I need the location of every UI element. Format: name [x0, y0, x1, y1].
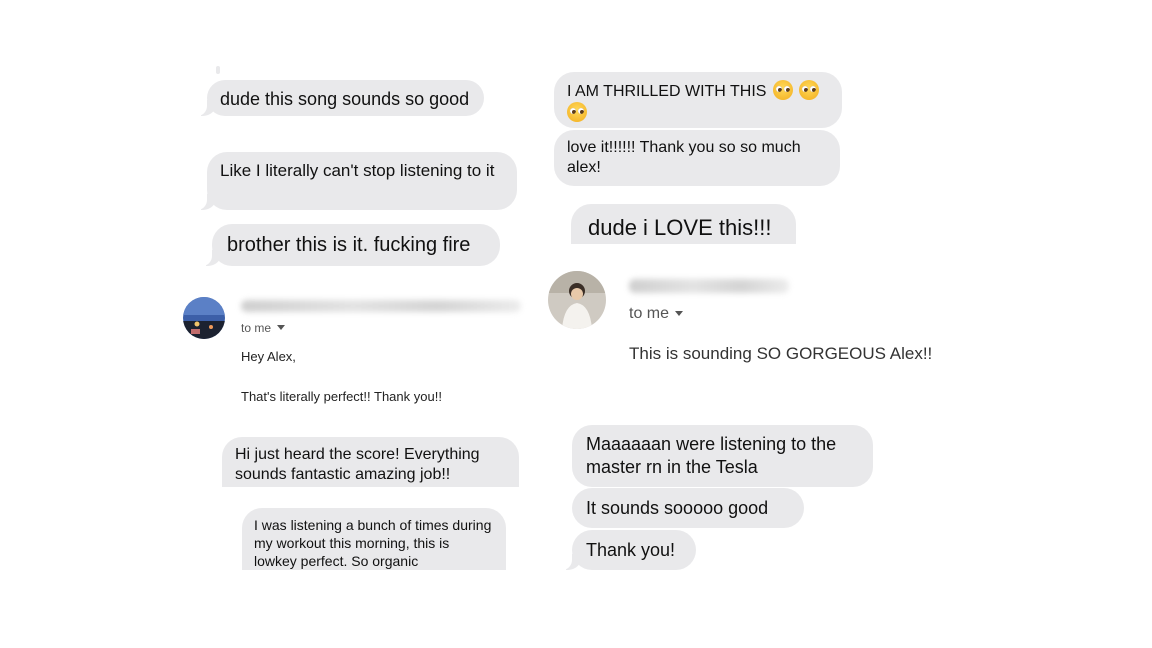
- message-text: Hi just heard the score! Everything soun…: [235, 446, 480, 483]
- to-me-label: to me: [241, 321, 272, 335]
- message-bubble-sounds-good: It sounds sooooo good: [572, 488, 804, 528]
- message-bubble-thank-you: Thank you!: [560, 530, 696, 570]
- message-bubble-thrilled: I AM THRILLED WITH THIS: [554, 72, 842, 128]
- message-text: brother this is it. fucking fire: [227, 234, 471, 256]
- message-text: Maaaaaan were listening to the master rn…: [586, 434, 837, 477]
- chevron-down-icon[interactable]: [675, 311, 684, 316]
- pleading-face-emoji-icon: [772, 80, 793, 100]
- email-body: That's literally perfect!! Thank you!!: [241, 389, 442, 404]
- recipient-line[interactable]: to me: [629, 305, 684, 323]
- pleading-face-emoji-icon: [567, 102, 587, 122]
- message-bubble-workout: I was listening a bunch of times during …: [242, 508, 506, 570]
- avatar-photo: [183, 297, 225, 339]
- message-text: It sounds sooooo good: [586, 498, 769, 518]
- message-text: dude i LOVE this!!!: [588, 215, 772, 240]
- to-me-label: to me: [629, 305, 670, 322]
- message-bubble-heard-the-score: Hi just heard the score! Everything soun…: [222, 437, 519, 487]
- pleading-face-emoji-icon: [799, 80, 820, 100]
- message-bubble-cant-stop-listening: Like I literally can't stop listening to…: [195, 152, 517, 210]
- message-text: Like I literally can't stop listening to…: [220, 161, 495, 180]
- message-bubble-song-sounds-good: dude this song sounds so good: [195, 80, 484, 116]
- chevron-down-icon[interactable]: [277, 325, 286, 330]
- message-text: dude this song sounds so good: [220, 89, 470, 109]
- email-body: This is sounding SO GORGEOUS Alex!!: [629, 344, 933, 363]
- sender-avatar: [183, 297, 225, 339]
- message-bubble-dude-i-love-this: dude i LOVE this!!!: [571, 204, 796, 244]
- bubble-fragment: [216, 66, 220, 74]
- sender-name-blurred: [241, 300, 521, 312]
- message-text: I was listening a bunch of times during …: [254, 517, 492, 570]
- message-text: Thank you!: [586, 540, 676, 560]
- avatar-photo: [548, 271, 606, 329]
- sender-name-blurred: [629, 279, 789, 293]
- email-greeting: Hey Alex,: [241, 349, 296, 364]
- message-bubble-fucking-fire: brother this is it. fucking fire: [200, 224, 500, 266]
- message-bubble-love-it: love it!!!!!! Thank you so so much alex!: [554, 130, 840, 186]
- message-text: love it!!!!!! Thank you so so much alex!: [567, 139, 801, 176]
- sender-avatar: [548, 271, 606, 329]
- message-text: I AM THRILLED WITH THIS: [567, 83, 767, 100]
- message-bubble-listening-in-tesla: Maaaaaan were listening to the master rn…: [572, 425, 873, 487]
- recipient-line[interactable]: to me: [241, 321, 286, 335]
